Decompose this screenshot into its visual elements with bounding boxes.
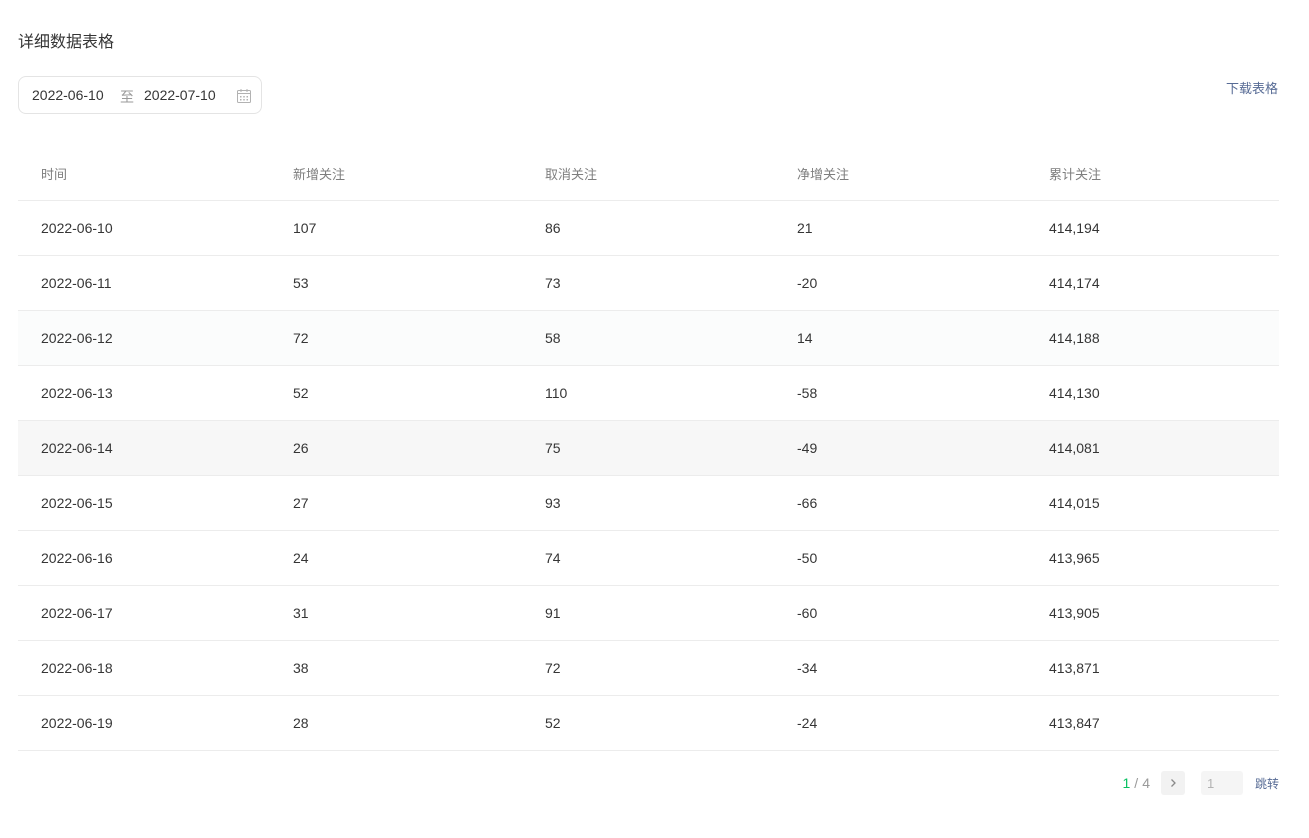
cell-net: -34 (774, 640, 1026, 696)
cell-new: 27 (270, 475, 522, 531)
table-row: 2022-06-18 38 72 -34 413,871 (18, 640, 1279, 696)
cell-total: 413,965 (1026, 530, 1279, 586)
cell-date: 2022-06-10 (18, 200, 270, 256)
table-row: 2022-06-15 27 93 -66 414,015 (18, 475, 1279, 531)
cell-net: -20 (774, 255, 1026, 311)
cell-new: 28 (270, 695, 522, 751)
table-row: 2022-06-14 26 75 -49 414,081 (18, 420, 1279, 476)
table-row: 2022-06-16 24 74 -50 413,965 (18, 530, 1279, 586)
chevron-right-icon (1171, 779, 1176, 787)
cell-unfollow: 91 (522, 585, 774, 641)
cell-date: 2022-06-16 (18, 530, 270, 586)
cell-date: 2022-06-17 (18, 585, 270, 641)
next-page-button[interactable] (1160, 771, 1185, 795)
cell-unfollow: 52 (522, 695, 774, 751)
cell-total: 414,194 (1026, 200, 1279, 256)
cell-date: 2022-06-13 (18, 365, 270, 421)
cell-date: 2022-06-14 (18, 420, 270, 476)
cell-net: 14 (774, 310, 1026, 366)
cell-unfollow: 75 (522, 420, 774, 476)
column-header-new-follows: 新增关注 (270, 146, 522, 201)
column-header-total-follows: 累计关注 (1026, 146, 1279, 201)
page-jump-button[interactable]: 跳转 (1255, 775, 1279, 792)
download-table-link[interactable]: 下载表格 (1226, 78, 1278, 97)
cell-total: 413,905 (1026, 585, 1279, 641)
table-row: 2022-06-19 28 52 -24 413,847 (18, 695, 1279, 751)
date-range-start[interactable]: 2022-06-10 (32, 87, 104, 103)
cell-date: 2022-06-12 (18, 310, 270, 366)
cell-net: 21 (774, 200, 1026, 256)
cell-new: 53 (270, 255, 522, 311)
cell-new: 24 (270, 530, 522, 586)
cell-net: -66 (774, 475, 1026, 531)
cell-net: -60 (774, 585, 1026, 641)
cell-new: 38 (270, 640, 522, 696)
cell-total: 414,130 (1026, 365, 1279, 421)
cell-total: 413,847 (1026, 695, 1279, 751)
cell-new: 31 (270, 585, 522, 641)
cell-new: 52 (270, 365, 522, 421)
date-range-end[interactable]: 2022-07-10 (144, 87, 216, 103)
cell-total: 413,871 (1026, 640, 1279, 696)
table-row: 2022-06-17 31 91 -60 413,905 (18, 585, 1279, 641)
cell-new: 26 (270, 420, 522, 476)
cell-date: 2022-06-15 (18, 475, 270, 531)
cell-net: -49 (774, 420, 1026, 476)
cell-new: 107 (270, 200, 522, 256)
section-title: 详细数据表格 (18, 34, 115, 51)
cell-unfollow: 110 (522, 365, 774, 421)
date-range-separator: 至 (120, 89, 134, 105)
pagination: 1 / 4 跳转 (1122, 771, 1279, 795)
table-row: 2022-06-11 53 73 -20 414,174 (18, 255, 1279, 311)
pagination-total-pages: 4 (1142, 775, 1150, 791)
cell-total: 414,174 (1026, 255, 1279, 311)
cell-unfollow: 93 (522, 475, 774, 531)
page-jump-input[interactable] (1200, 771, 1243, 795)
cell-new: 72 (270, 310, 522, 366)
cell-date: 2022-06-11 (18, 255, 270, 311)
column-header-net-follows: 净增关注 (774, 146, 1026, 201)
calendar-icon (237, 89, 251, 103)
cell-unfollow: 73 (522, 255, 774, 311)
data-table: 时间 新增关注 取消关注 净增关注 累计关注 2022-06-10 107 86… (18, 146, 1279, 751)
cell-net: -50 (774, 530, 1026, 586)
date-range-picker[interactable]: 2022-06-10 至 2022-07-10 (18, 76, 262, 114)
cell-unfollow: 86 (522, 200, 774, 256)
cell-unfollow: 58 (522, 310, 774, 366)
table-header-row: 时间 新增关注 取消关注 净增关注 累计关注 (18, 146, 1279, 201)
pagination-separator: / (1134, 775, 1139, 791)
table-row: 2022-06-10 107 86 21 414,194 (18, 200, 1279, 256)
cell-date: 2022-06-19 (18, 695, 270, 751)
table-row: 2022-06-13 52 110 -58 414,130 (18, 365, 1279, 421)
pagination-current-page: 1 (1122, 775, 1131, 791)
cell-total: 414,081 (1026, 420, 1279, 476)
cell-date: 2022-06-18 (18, 640, 270, 696)
cell-net: -58 (774, 365, 1026, 421)
cell-unfollow: 72 (522, 640, 774, 696)
column-header-unfollows: 取消关注 (522, 146, 774, 201)
cell-unfollow: 74 (522, 530, 774, 586)
cell-net: -24 (774, 695, 1026, 751)
cell-total: 414,188 (1026, 310, 1279, 366)
cell-total: 414,015 (1026, 475, 1279, 531)
table-row: 2022-06-12 72 58 14 414,188 (18, 310, 1279, 366)
column-header-time: 时间 (18, 146, 270, 201)
